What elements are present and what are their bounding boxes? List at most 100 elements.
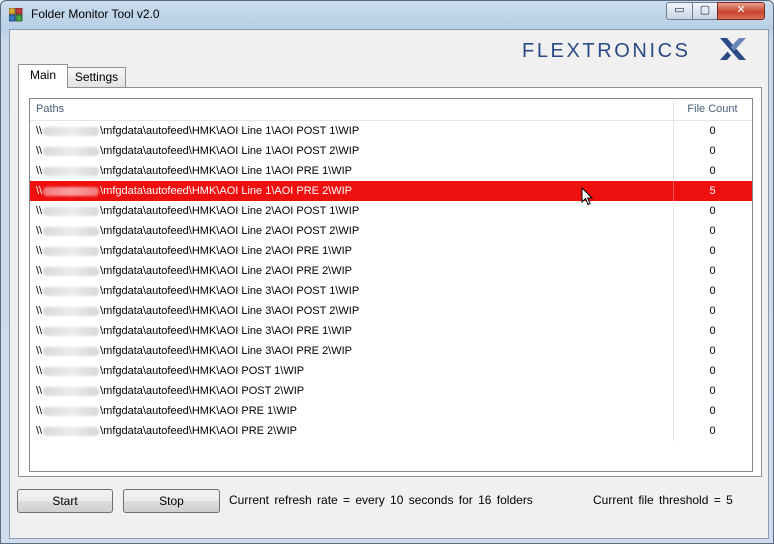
close-icon: ✕ — [736, 4, 746, 16]
redacted-server-name — [43, 126, 100, 136]
path-text: \mfgdata\autofeed\HMK\AOI Line 1\AOI POS… — [100, 145, 360, 157]
row-path: \\ \mfgdata\autofeed\HMK\AOI POST 2\WIP — [36, 381, 304, 401]
path-text: \mfgdata\autofeed\HMK\AOI Line 3\AOI PRE… — [100, 325, 353, 337]
maximize-button[interactable]: ▢ — [692, 2, 718, 20]
app-icon — [9, 8, 23, 22]
row-file-count: 0 — [673, 201, 751, 221]
start-button[interactable]: Start — [17, 489, 113, 513]
table-row[interactable]: \\ \mfgdata\autofeed\HMK\AOI Line 1\AOI P… — [30, 141, 752, 161]
row-path: \\ \mfgdata\autofeed\HMK\AOI PRE 2\WIP — [36, 421, 297, 441]
row-file-count: 0 — [673, 221, 751, 241]
path-text: \mfgdata\autofeed\HMK\AOI PRE 1\WIP — [100, 405, 297, 417]
row-path: \\ \mfgdata\autofeed\HMK\AOI Line 2\AOI P… — [36, 201, 359, 221]
row-path: \\ \mfgdata\autofeed\HMK\AOI Line 1\AOI P… — [36, 141, 359, 161]
path-prefix: \\ — [36, 185, 43, 197]
table-row[interactable]: \\ \mfgdata\autofeed\HMK\AOI Line 1\AOI P… — [30, 121, 752, 141]
path-prefix: \\ — [36, 265, 43, 277]
refresh-rate-status: Current refresh rate = every 10 seconds … — [229, 493, 533, 507]
path-prefix: \\ — [36, 425, 43, 437]
logo-x-mark-icon — [720, 38, 746, 60]
minimize-icon: ▭ — [674, 4, 685, 16]
column-header-paths[interactable]: Paths — [36, 99, 64, 120]
row-file-count: 0 — [673, 121, 751, 141]
table-row[interactable]: \\ \mfgdata\autofeed\HMK\AOI POST 2\WIP 0 — [30, 381, 752, 401]
row-path: \\ \mfgdata\autofeed\HMK\AOI PRE 1\WIP — [36, 401, 297, 421]
row-file-count: 0 — [673, 381, 751, 401]
table-row[interactable]: \\ \mfgdata\autofeed\HMK\AOI PRE 1\WIP 0 — [30, 401, 752, 421]
row-file-count: 0 — [673, 421, 751, 441]
path-prefix: \\ — [36, 405, 43, 417]
redacted-server-name — [43, 266, 100, 276]
path-prefix: \\ — [36, 325, 43, 337]
row-path: \\ \mfgdata\autofeed\HMK\AOI Line 3\AOI P… — [36, 281, 359, 301]
path-text: \mfgdata\autofeed\HMK\AOI Line 2\AOI POS… — [100, 225, 360, 237]
row-path: \\ \mfgdata\autofeed\HMK\AOI Line 3\AOI P… — [36, 341, 352, 361]
row-file-count: 0 — [673, 361, 751, 381]
row-file-count: 0 — [673, 261, 751, 281]
path-prefix: \\ — [36, 145, 43, 157]
table-row[interactable]: \\ \mfgdata\autofeed\HMK\AOI Line 2\AOI P… — [30, 241, 752, 261]
path-text: \mfgdata\autofeed\HMK\AOI Line 1\AOI POS… — [100, 125, 360, 137]
close-button[interactable]: ✕ — [717, 2, 765, 20]
table-row[interactable]: \\ \mfgdata\autofeed\HMK\AOI Line 3\AOI P… — [30, 321, 752, 341]
row-file-count: 0 — [673, 281, 751, 301]
title-bar[interactable]: Folder Monitor Tool v2.0 ▭ ▢ ✕ — [1, 1, 773, 29]
table-row[interactable]: \\ \mfgdata\autofeed\HMK\AOI Line 2\AOI P… — [30, 261, 752, 281]
row-path: \\ \mfgdata\autofeed\HMK\AOI Line 3\AOI P… — [36, 301, 359, 321]
path-prefix: \\ — [36, 245, 43, 257]
row-file-count: 0 — [673, 341, 751, 361]
path-prefix: \\ — [36, 125, 43, 137]
row-file-count: 5 — [673, 181, 751, 201]
redacted-server-name — [43, 226, 100, 236]
table-row[interactable]: \\ \mfgdata\autofeed\HMK\AOI Line 1\AOI P… — [30, 161, 752, 181]
redacted-server-name — [43, 186, 100, 196]
path-text: \mfgdata\autofeed\HMK\AOI Line 3\AOI POS… — [100, 305, 360, 317]
logo-text: FLEXTRONICS — [522, 40, 691, 62]
redacted-server-name — [43, 246, 100, 256]
stop-button[interactable]: Stop — [123, 489, 220, 513]
path-prefix: \\ — [36, 225, 43, 237]
path-text: \mfgdata\autofeed\HMK\AOI POST 2\WIP — [100, 385, 305, 397]
row-file-count: 0 — [673, 161, 751, 181]
table-row[interactable]: \\ \mfgdata\autofeed\HMK\AOI Line 3\AOI P… — [30, 341, 752, 361]
redacted-server-name — [43, 426, 100, 436]
path-prefix: \\ — [36, 205, 43, 217]
table-row[interactable]: \\ \mfgdata\autofeed\HMK\AOI Line 2\AOI P… — [30, 221, 752, 241]
row-path: \\ \mfgdata\autofeed\HMK\AOI Line 2\AOI P… — [36, 221, 359, 241]
redacted-server-name — [43, 166, 100, 176]
row-path: \\ \mfgdata\autofeed\HMK\AOI Line 1\AOI P… — [36, 181, 352, 201]
redacted-server-name — [43, 346, 100, 356]
row-path: \\ \mfgdata\autofeed\HMK\AOI POST 1\WIP — [36, 361, 304, 381]
tab-main[interactable]: Main — [18, 64, 68, 88]
table-row[interactable]: \\ \mfgdata\autofeed\HMK\AOI PRE 2\WIP 0 — [30, 421, 752, 441]
table-row[interactable]: \\ \mfgdata\autofeed\HMK\AOI Line 2\AOI P… — [30, 201, 752, 221]
client-area: FLEXTRONICS Main Settings Paths File Cou… — [9, 29, 769, 539]
table-row[interactable]: \\ \mfgdata\autofeed\HMK\AOI Line 3\AOI P… — [30, 301, 752, 321]
window-title: Folder Monitor Tool v2.0 — [31, 7, 160, 21]
row-path: \\ \mfgdata\autofeed\HMK\AOI Line 2\AOI P… — [36, 241, 352, 261]
folder-list[interactable]: Paths File Count \\ \mfgdata\autofeed\HMK… — [29, 98, 753, 472]
column-header-file-count[interactable]: File Count — [673, 99, 751, 120]
path-text: \mfgdata\autofeed\HMK\AOI Line 2\AOI POS… — [100, 205, 360, 217]
tab-settings[interactable]: Settings — [68, 67, 126, 88]
list-rows: \\ \mfgdata\autofeed\HMK\AOI Line 1\AOI P… — [30, 121, 752, 441]
table-row[interactable]: \\ \mfgdata\autofeed\HMK\AOI POST 1\WIP 0 — [30, 361, 752, 381]
row-path: \\ \mfgdata\autofeed\HMK\AOI Line 1\AOI P… — [36, 121, 359, 141]
table-row[interactable]: \\ \mfgdata\autofeed\HMK\AOI Line 3\AOI P… — [30, 281, 752, 301]
path-prefix: \\ — [36, 305, 43, 317]
row-file-count: 0 — [673, 301, 751, 321]
minimize-button[interactable]: ▭ — [666, 2, 693, 20]
path-text: \mfgdata\autofeed\HMK\AOI Line 2\AOI PRE… — [100, 265, 353, 277]
path-text: \mfgdata\autofeed\HMK\AOI Line 1\AOI PRE… — [100, 185, 353, 197]
list-header: Paths File Count — [30, 99, 752, 121]
table-row[interactable]: \\ \mfgdata\autofeed\HMK\AOI Line 1\AOI P… — [30, 181, 752, 201]
redacted-server-name — [43, 386, 100, 396]
redacted-server-name — [43, 206, 100, 216]
path-text: \mfgdata\autofeed\HMK\AOI PRE 2\WIP — [100, 425, 297, 437]
row-file-count: 0 — [673, 141, 751, 161]
row-path: \\ \mfgdata\autofeed\HMK\AOI Line 3\AOI P… — [36, 321, 352, 341]
path-prefix: \\ — [36, 165, 43, 177]
path-text: \mfgdata\autofeed\HMK\AOI Line 3\AOI PRE… — [100, 345, 353, 357]
path-text: \mfgdata\autofeed\HMK\AOI Line 3\AOI POS… — [100, 285, 360, 297]
row-file-count: 0 — [673, 401, 751, 421]
